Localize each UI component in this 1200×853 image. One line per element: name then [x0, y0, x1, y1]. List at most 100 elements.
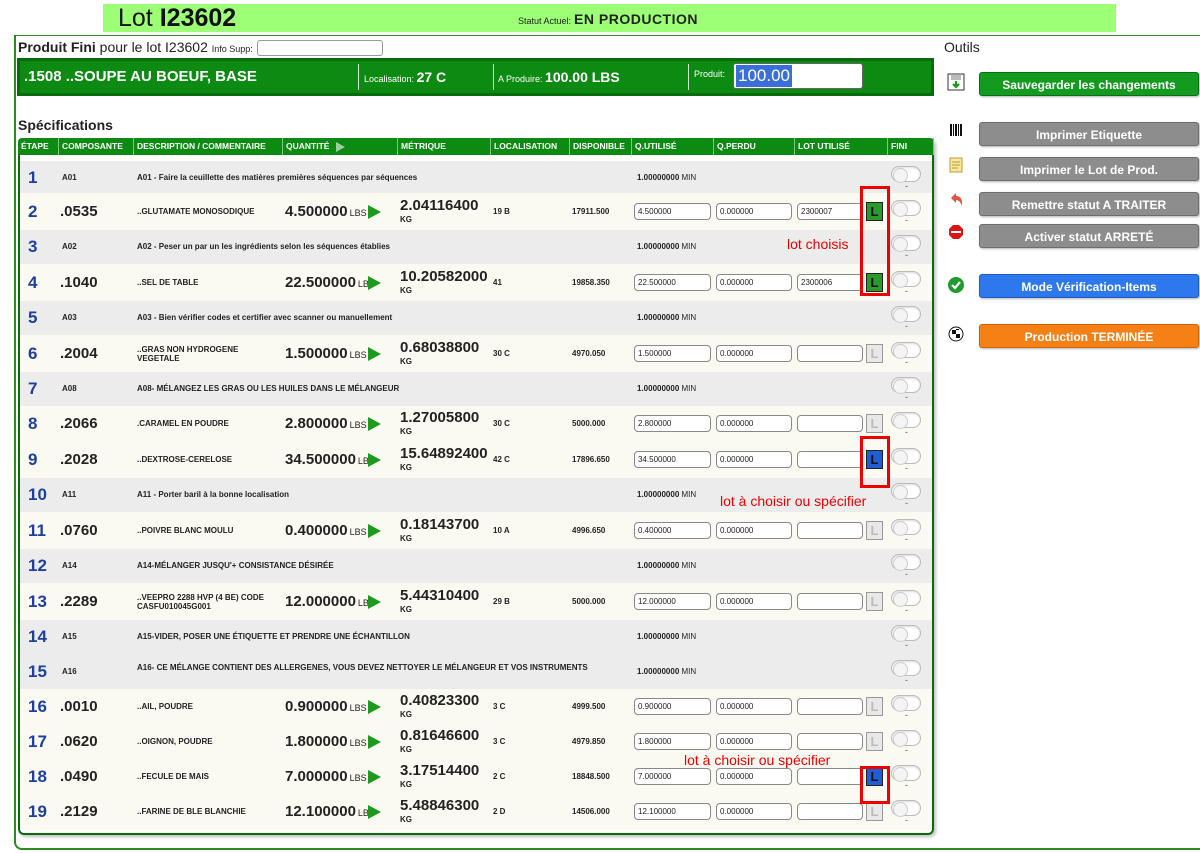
- used-quantity-input[interactable]: 7.000000: [634, 767, 711, 785]
- production-finished-button[interactable]: Production TERMINÉE: [979, 324, 1199, 348]
- metric-unit: KG: [400, 356, 412, 366]
- info-supp-input[interactable]: [256, 40, 383, 57]
- finished-toggle[interactable]: [891, 729, 921, 747]
- metric-value: 5.48846300: [400, 797, 480, 814]
- reset-status-button[interactable]: Remettre statut A TRAITER: [979, 192, 1199, 216]
- convert-arrow-icon[interactable]: [368, 805, 381, 819]
- lost-quantity-input[interactable]: 0.000000: [716, 414, 792, 432]
- convert-arrow-icon[interactable]: [368, 204, 381, 219]
- lot-used-input[interactable]: [797, 414, 863, 432]
- finished-toggle[interactable]: [891, 199, 921, 217]
- stop-status-button[interactable]: Activer statut ARRETÉ: [979, 224, 1199, 248]
- used-quantity-input[interactable]: 4.500000: [634, 202, 711, 220]
- lost-quantity-input[interactable]: 0.000000: [716, 273, 792, 291]
- lot-used-input[interactable]: 2300007: [797, 202, 863, 220]
- lot-used-input[interactable]: [797, 803, 863, 820]
- finished-toggle[interactable]: [891, 447, 921, 465]
- lot-select-button[interactable]: L: [866, 696, 883, 716]
- lot-select-button[interactable]: L: [866, 413, 883, 433]
- lot-used-input[interactable]: [797, 344, 863, 362]
- convert-arrow-icon[interactable]: [368, 346, 381, 361]
- finished-toggle[interactable]: [891, 659, 921, 677]
- lost-quantity-input[interactable]: 0.000000: [716, 450, 792, 468]
- produced-quantity-input[interactable]: 100.00: [733, 63, 863, 89]
- convert-arrow-icon[interactable]: [368, 452, 381, 467]
- available-quantity: 5000.000: [572, 596, 606, 606]
- convert-arrow-icon[interactable]: [368, 523, 381, 538]
- finished-toggle[interactable]: [891, 341, 921, 359]
- finished-toggle[interactable]: [891, 518, 921, 536]
- lost-quantity-input[interactable]: 0.000000: [716, 803, 792, 820]
- metric-value: 0.40823300: [400, 691, 480, 709]
- lost-quantity-input[interactable]: 0.000000: [716, 732, 792, 750]
- convert-arrow-icon[interactable]: [368, 769, 381, 784]
- used-quantity-input[interactable]: 2.800000: [634, 414, 711, 432]
- used-quantity-input[interactable]: 0.400000: [634, 521, 711, 539]
- finished-toggle[interactable]: [891, 377, 921, 394]
- column-header: COMPOSANTE: [59, 138, 134, 155]
- undo-arrow-icon[interactable]: [946, 192, 966, 212]
- lost-quantity-input[interactable]: 0.000000: [716, 202, 792, 220]
- finished-toggle[interactable]: [891, 589, 921, 607]
- check-circle-icon[interactable]: [946, 276, 966, 296]
- finished-toggle[interactable]: [891, 694, 921, 712]
- step-description: A14-MÉLANGER JUSQU'+ CONSISTANCE DÉSIRÉE: [137, 561, 334, 570]
- lot-used-input[interactable]: [797, 521, 863, 539]
- lot-select-button[interactable]: L: [866, 343, 883, 363]
- convert-arrow-icon[interactable]: [368, 699, 381, 714]
- used-quantity-input[interactable]: 12.100000: [634, 803, 711, 820]
- metric-value: 5.44310400: [400, 586, 480, 604]
- stop-icon[interactable]: [946, 224, 966, 244]
- lost-quantity-input[interactable]: 0.000000: [716, 592, 792, 610]
- lot-used-input[interactable]: [797, 767, 863, 785]
- finished-toggle[interactable]: [891, 306, 921, 323]
- lost-quantity-input[interactable]: 0.000000: [716, 767, 792, 785]
- finished-toggle[interactable]: [891, 235, 921, 252]
- finished-toggle[interactable]: [891, 554, 921, 571]
- finished-toggle[interactable]: [891, 625, 921, 642]
- lost-quantity-input[interactable]: 0.000000: [716, 697, 792, 715]
- finished-toggle[interactable]: [891, 764, 921, 782]
- finished-toggle[interactable]: [891, 411, 921, 429]
- used-quantity-input[interactable]: 22.500000: [634, 273, 711, 291]
- lot-used-input[interactable]: [797, 732, 863, 750]
- lot-select-button[interactable]: L: [866, 520, 883, 540]
- checkered-flag-icon[interactable]: [946, 326, 966, 346]
- finished-toggle[interactable]: [891, 270, 921, 288]
- lot-used-input[interactable]: [797, 697, 863, 715]
- lost-quantity-input[interactable]: 0.000000: [716, 344, 792, 362]
- lost-quantity-input[interactable]: 0.000000: [716, 521, 792, 539]
- used-quantity-input[interactable]: 34.500000: [634, 450, 711, 468]
- barcode-icon[interactable]: [946, 122, 966, 142]
- verification-mode-button[interactable]: Mode Vérification-Items: [979, 274, 1199, 298]
- used-quantity-input[interactable]: 1.800000: [634, 732, 711, 750]
- step-number: 6: [28, 343, 38, 363]
- duration-value: 1.00000000: [637, 384, 680, 393]
- lot-select-button[interactable]: L: [866, 591, 883, 611]
- lot-used-input[interactable]: [797, 450, 863, 468]
- used-quantity-input[interactable]: 1.500000: [634, 344, 711, 362]
- used-quantity-input[interactable]: 12.000000: [634, 592, 711, 610]
- print-label-button[interactable]: Imprimer Etiquette: [979, 122, 1199, 146]
- finished-toggle[interactable]: [891, 166, 921, 183]
- highlight-lot-to-choose-2: [860, 766, 890, 804]
- convert-arrow-icon[interactable]: [368, 594, 381, 609]
- used-quantity-input[interactable]: 0.900000: [634, 697, 711, 715]
- save-icon[interactable]: [946, 73, 966, 93]
- save-changes-button[interactable]: Sauvegarder les changements: [979, 72, 1199, 96]
- document-icon[interactable]: [946, 157, 966, 177]
- lot-used-input[interactable]: [797, 592, 863, 610]
- convert-arrow-icon[interactable]: [368, 734, 381, 749]
- finished-toggle[interactable]: [891, 483, 921, 500]
- column-header: Q.UTILISÉ: [632, 138, 714, 155]
- finished-toggle[interactable]: [891, 800, 921, 817]
- convert-arrow-icon[interactable]: [368, 275, 381, 290]
- lot-select-button[interactable]: L: [866, 802, 883, 821]
- convert-arrow-icon[interactable]: [368, 416, 381, 431]
- step-code: A03: [62, 313, 77, 322]
- print-lot-button[interactable]: Imprimer le Lot de Prod.: [979, 157, 1199, 181]
- lot-used-input[interactable]: 2300006: [797, 273, 863, 291]
- lot-select-button[interactable]: L: [866, 731, 883, 751]
- product-location: Localisation: 27 C: [364, 69, 447, 85]
- step-duration: 1.00000000 MIN: [637, 384, 696, 393]
